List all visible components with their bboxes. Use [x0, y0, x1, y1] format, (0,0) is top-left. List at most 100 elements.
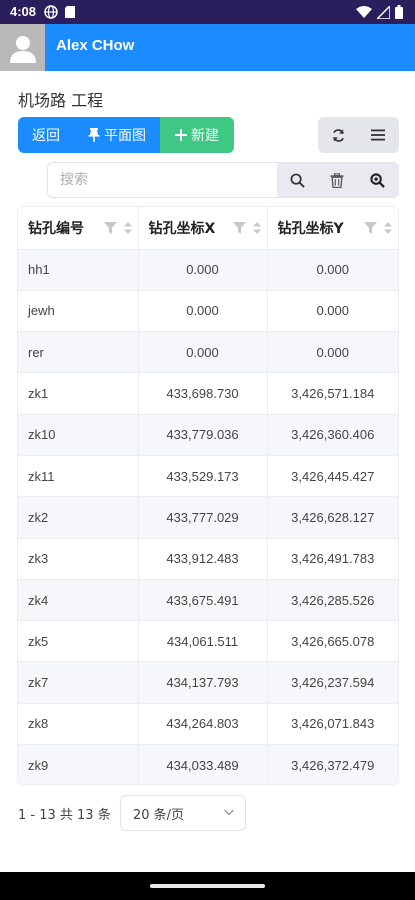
table-row[interactable]: jewh 0.000 0.000 — [18, 290, 398, 333]
table-row[interactable]: zk2 433,777.029 3,426,628.127 — [18, 496, 398, 539]
column-header-coord-y[interactable]: 钻孔坐标Y — [267, 207, 398, 250]
status-bar: 4:08 — [0, 0, 415, 24]
cell-coord-y: 3,426,285.526 — [267, 579, 398, 622]
cell-borehole-id: zk11 — [18, 455, 139, 498]
cell-coord-x: 433,529.173 — [138, 455, 268, 498]
cell-coord-x: 434,061.511 — [138, 620, 268, 663]
cell-coord-y: 3,426,628.127 — [267, 496, 398, 539]
back-button[interactable]: 返回 — [18, 117, 74, 153]
table-row[interactable]: zk4 433,675.491 3,426,285.526 — [18, 579, 398, 622]
search-button[interactable] — [277, 163, 317, 197]
plus-icon — [175, 129, 187, 141]
column-header-label: 钻孔编号 — [28, 220, 84, 237]
clear-button[interactable] — [317, 163, 357, 197]
cell-coord-y: 3,426,237.594 — [267, 661, 398, 704]
cell-coord-x: 433,912.483 — [138, 538, 268, 580]
cell-coord-x: 0.000 — [138, 331, 268, 374]
sort-icon[interactable] — [384, 221, 392, 234]
advanced-search-button[interactable] — [357, 163, 397, 197]
cell-coord-x: 434,033.489 — [138, 744, 268, 784]
cell-borehole-id: zk1 — [18, 372, 139, 415]
cell-borehole-id: zk9 — [18, 744, 139, 784]
chevron-down-icon — [224, 809, 234, 816]
cell-coord-y: 3,426,571.184 — [267, 372, 398, 415]
cell-coord-x: 433,777.029 — [138, 496, 268, 539]
tool-button-group — [318, 117, 399, 153]
menu-button[interactable] — [358, 117, 398, 153]
cell-coord-y: 3,426,071.843 — [267, 703, 398, 746]
signal-icon — [377, 5, 390, 19]
cell-coord-x: 433,779.036 — [138, 414, 268, 456]
cell-coord-y: 3,426,372.479 — [291, 757, 375, 773]
menu-icon — [371, 129, 385, 141]
cell-coord-y: 3,426,665.078 — [267, 620, 398, 663]
refresh-icon — [332, 128, 344, 142]
table-body: hh1 0.000 0.000 jewh 0.000 0.000 rer 0.000 0.000… — [18, 249, 398, 784]
table-row[interactable]: zk3 433,912.483 3,426,491.783 — [18, 538, 398, 580]
search-bar — [47, 162, 399, 198]
pin-icon — [88, 128, 100, 142]
column-header-label: 钻孔坐标Y — [277, 220, 344, 237]
trash-icon — [330, 172, 344, 188]
system-nav-bar — [0, 872, 415, 900]
search-input[interactable] — [48, 163, 278, 197]
table-row[interactable]: zk9 434,033.489 3,426,372.479 — [18, 744, 398, 784]
refresh-button[interactable] — [318, 117, 358, 153]
cell-borehole-id: zk7 — [18, 661, 139, 704]
table-row[interactable]: zk7 434,137.793 3,426,237.594 — [18, 661, 398, 704]
wifi-icon — [356, 5, 372, 18]
back-button-label: 返回 — [32, 128, 60, 144]
cell-borehole-id: zk5 — [18, 620, 139, 663]
cell-coord-x: 434,137.793 — [138, 661, 268, 704]
table-row[interactable]: zk10 433,779.036 3,426,360.406 — [18, 414, 398, 456]
data-table: 钻孔编号 钻孔坐标X 钻孔坐标Y hh1 0.000 0.000 jewh 0.… — [18, 207, 398, 784]
table-header-row: 钻孔编号 钻孔坐标X 钻孔坐标Y — [18, 207, 398, 250]
plan-view-button[interactable]: 平面图 — [74, 117, 160, 153]
new-button-label: 新建 — [191, 128, 219, 144]
cell-coord-x: 434,264.803 — [138, 703, 268, 746]
sd-card-icon — [65, 6, 75, 18]
cell-borehole-id: zk4 — [18, 579, 139, 622]
table-row[interactable]: zk8 434,264.803 3,426,071.843 — [18, 703, 398, 746]
new-button[interactable]: 新建 — [160, 117, 234, 153]
search-icon — [290, 173, 305, 188]
cell-coord-x: 433,675.491 — [138, 579, 268, 622]
pagination: 1 - 13 共 13 条 20 条/页 — [18, 795, 246, 831]
home-gesture-handle[interactable] — [150, 884, 265, 888]
search-actions — [277, 163, 399, 197]
table-row[interactable]: hh1 0.000 0.000 — [18, 249, 398, 291]
battery-icon — [395, 5, 403, 19]
filter-icon[interactable] — [232, 221, 246, 234]
filter-icon[interactable] — [103, 221, 117, 234]
cell-borehole-id: zk3 — [18, 538, 139, 580]
cell-coord-y: 3,426,491.783 — [267, 538, 398, 580]
avatar[interactable] — [0, 24, 45, 71]
sort-icon[interactable] — [123, 221, 132, 234]
status-time: 4:08 — [10, 4, 37, 19]
cell-coord-y: 0.000 — [267, 249, 398, 291]
column-header-coord-x[interactable]: 钻孔坐标X — [138, 207, 268, 250]
table-row[interactable]: rer 0.000 0.000 — [18, 331, 398, 374]
filter-icon[interactable] — [364, 221, 377, 234]
page-size-select[interactable]: 20 条/页 — [120, 795, 246, 831]
sort-icon[interactable] — [252, 221, 261, 234]
user-avatar-icon — [9, 35, 36, 63]
table-row[interactable]: zk11 433,529.173 3,426,445.427 — [18, 455, 398, 498]
page-title: 机场路 工程 — [18, 91, 104, 110]
table-row[interactable]: zk1 433,698.730 3,426,571.184 — [18, 372, 398, 415]
column-header-label: 钻孔坐标X — [148, 220, 216, 237]
username: Alex CHow — [56, 37, 135, 54]
cell-borehole-id: jewh — [18, 290, 139, 333]
cell-borehole-id: rer — [18, 331, 139, 374]
vpn-globe-icon — [44, 5, 58, 19]
cell-borehole-id: zk10 — [18, 414, 139, 456]
column-header-borehole-id[interactable]: 钻孔编号 — [18, 207, 139, 250]
cell-coord-y: 0.000 — [267, 290, 398, 333]
action-button-group: 返回 平面图 新建 — [18, 117, 234, 153]
plan-view-button-label: 平面图 — [104, 128, 146, 144]
cell-borehole-id: zk2 — [18, 496, 139, 539]
cell-coord-x: 433,698.730 — [138, 372, 268, 415]
table-row[interactable]: zk5 434,061.511 3,426,665.078 — [18, 620, 398, 663]
cell-borehole-id: hh1 — [18, 249, 139, 291]
borehole-table: 钻孔编号 钻孔坐标X 钻孔坐标Y hh1 0.000 0.000 jewh 0.… — [17, 206, 399, 785]
